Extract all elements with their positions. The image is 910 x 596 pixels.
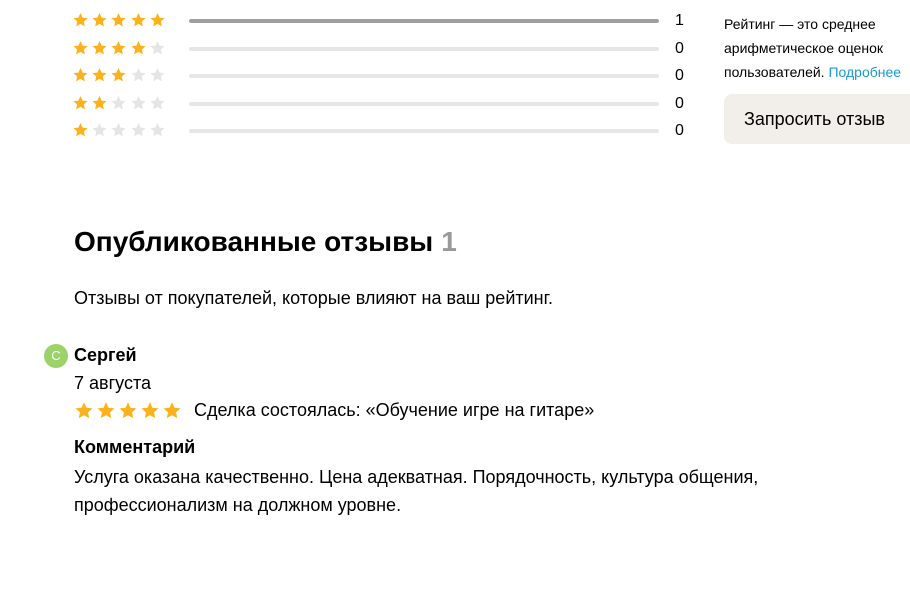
star-filled-icon — [72, 40, 91, 56]
star-empty-icon — [130, 95, 149, 111]
star-filled-icon — [91, 95, 110, 111]
star-filled-icon — [118, 401, 140, 419]
rating-info-line: Рейтинг — это среднее — [724, 16, 876, 32]
star-empty-icon — [149, 40, 168, 56]
avatar: С — [44, 344, 68, 368]
rating-info-line: пользователей. Подробнее — [724, 60, 910, 84]
star-filled-icon — [96, 401, 118, 419]
star-rating — [72, 95, 168, 111]
star-rating — [72, 67, 168, 83]
rating-count: 0 — [675, 39, 684, 57]
star-rating — [72, 12, 168, 28]
section-description: Отзывы от покупателей, которые влияют на… — [74, 288, 553, 308]
star-filled-icon — [162, 401, 184, 419]
star-empty-icon — [149, 67, 168, 83]
star-filled-icon — [72, 12, 91, 28]
rating-info-line: арифметическое оценок — [724, 40, 883, 56]
request-review-button[interactable]: Запросить отзыв — [724, 94, 910, 144]
comment-label: Комментарий — [74, 437, 196, 457]
rating-count: 1 — [675, 12, 684, 29]
rating-count: 0 — [675, 122, 684, 139]
star-filled-icon — [91, 12, 110, 28]
star-filled-icon — [110, 40, 129, 56]
star-empty-icon — [110, 122, 129, 138]
rating-count: 0 — [675, 67, 684, 84]
star-rating — [72, 40, 168, 56]
rating-row-2: 0 — [72, 92, 692, 120]
review-count-badge: 1 — [441, 226, 457, 257]
star-empty-icon — [110, 95, 129, 111]
rating-row-5: 1 — [72, 9, 692, 37]
rating-bar — [189, 46, 659, 51]
star-filled-icon — [140, 401, 162, 419]
section-title-text: Опубликованные отзывы — [74, 226, 434, 257]
star-empty-icon — [130, 67, 149, 83]
star-empty-icon — [130, 122, 149, 138]
star-empty-icon — [149, 95, 168, 111]
rating-info: Рейтинг — это среднее арифметическое оце… — [724, 12, 910, 84]
more-info-link[interactable]: Подробнее — [828, 64, 901, 80]
star-empty-icon — [149, 122, 168, 138]
rating-bar-fill — [189, 19, 659, 23]
rating-row-3: 0 — [72, 64, 692, 92]
deal-info: Сделка состоялась: «Обучение игре на гит… — [194, 400, 595, 420]
rating-row-1: 0 — [72, 119, 692, 147]
star-filled-icon — [130, 40, 149, 56]
star-filled-icon — [130, 12, 149, 28]
star-filled-icon — [110, 12, 129, 28]
star-filled-icon — [72, 122, 91, 138]
rating-bar — [189, 19, 659, 23]
rating-info-text: пользователей. — [724, 64, 825, 80]
star-empty-icon — [91, 122, 110, 138]
comment-text: Услуга оказана качественно. Цена адекват… — [74, 467, 759, 515]
rating-bar — [189, 129, 659, 133]
star-rating — [72, 122, 168, 138]
page-title: Опубликованные отзывы 1 — [74, 224, 457, 260]
star-filled-icon — [72, 67, 91, 83]
review-star-rating — [74, 401, 184, 419]
star-filled-icon — [110, 67, 129, 83]
star-filled-icon — [149, 12, 168, 28]
rating-breakdown: 1 0 0 0 0 — [72, 9, 692, 147]
rating-count: 0 — [675, 94, 684, 112]
star-filled-icon — [74, 401, 96, 419]
star-filled-icon — [72, 95, 91, 111]
star-filled-icon — [91, 40, 110, 56]
rating-bar — [189, 101, 659, 106]
review-author: Сергей — [74, 345, 137, 365]
rating-row-4: 0 — [72, 37, 692, 65]
review-date: 7 августа — [74, 373, 152, 393]
rating-bar — [189, 74, 659, 78]
star-filled-icon — [91, 67, 110, 83]
